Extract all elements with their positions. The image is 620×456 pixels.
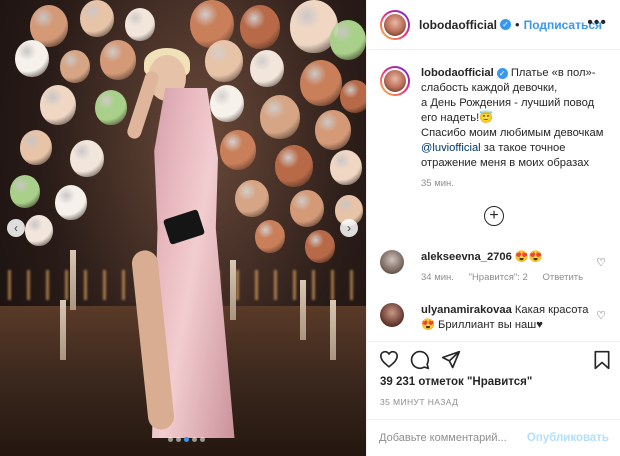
balloon bbox=[210, 85, 244, 123]
post-caption: lobodaofficial ✓ Платье «в пол»- слабость… bbox=[380, 66, 610, 189]
carousel-dot bbox=[168, 437, 173, 442]
balloon bbox=[315, 110, 351, 150]
balloon bbox=[290, 190, 324, 228]
verified-icon: ✓ bbox=[496, 67, 508, 79]
balloon bbox=[40, 85, 76, 125]
comment-like-heart-icon[interactable]: ♡ bbox=[596, 309, 606, 322]
prev-photo-button[interactable]: ‹ bbox=[7, 219, 25, 237]
more-options-icon[interactable]: ••• bbox=[587, 14, 607, 32]
balloon-tassel bbox=[230, 260, 236, 320]
balloon bbox=[240, 5, 280, 49]
balloon bbox=[20, 130, 52, 166]
balloon bbox=[95, 90, 127, 126]
comment-item: alekseevna_2706 😍😍 34 мин. "Нравится": 2… bbox=[380, 250, 610, 283]
next-photo-button[interactable]: › bbox=[340, 219, 358, 237]
comment-like-heart-icon[interactable]: ♡ bbox=[596, 256, 606, 269]
author-username[interactable]: lobodaofficial bbox=[419, 18, 497, 32]
balloon bbox=[305, 230, 335, 263]
balloon-tassel bbox=[70, 250, 76, 310]
balloon bbox=[260, 95, 300, 139]
caption-line: отражение меня в моих образах bbox=[421, 157, 590, 169]
heart-icon[interactable] bbox=[379, 350, 399, 371]
verified-icon: ✓ bbox=[500, 19, 511, 30]
balloon bbox=[10, 175, 40, 208]
comment-likes[interactable]: "Нравится": 2 bbox=[469, 272, 528, 283]
comment-username[interactable]: ulyanamirakovaa bbox=[421, 304, 512, 316]
header-separator: • bbox=[515, 17, 520, 32]
load-more-comments-button[interactable]: + bbox=[484, 206, 504, 226]
caption-username[interactable]: lobodaofficial bbox=[421, 67, 494, 79]
carousel-dots bbox=[168, 437, 205, 442]
caption-mention-link[interactable]: @luviofficial bbox=[421, 142, 481, 154]
balloon bbox=[235, 180, 269, 218]
caption-text: lobodaofficial ✓ Платье «в пол»- слабость… bbox=[421, 66, 610, 171]
balloon bbox=[330, 150, 362, 186]
caption-line: Платье «в пол»- bbox=[507, 67, 596, 79]
author-avatar[interactable] bbox=[380, 9, 410, 40]
balloon bbox=[100, 40, 136, 80]
comment-username[interactable]: alekseevna_2706 bbox=[421, 251, 512, 263]
balloon bbox=[250, 50, 284, 88]
balloon bbox=[275, 145, 313, 187]
caption-line: Спасибо моим любимым девочкам bbox=[421, 127, 604, 139]
balloon bbox=[15, 40, 49, 78]
comment-body: alekseevna_2706 😍😍 bbox=[421, 250, 610, 265]
caption-line: а День Рождения - лучший повод bbox=[421, 97, 595, 109]
balloon bbox=[70, 140, 104, 178]
balloon bbox=[205, 40, 243, 82]
likes-count[interactable]: 39 231 отметок "Нравится" bbox=[380, 376, 532, 388]
balloon bbox=[125, 8, 155, 41]
post-header: lobodaofficial ✓ • Подписаться ••• bbox=[367, 0, 620, 50]
posted-time: 35 МИНУТ НАЗАД bbox=[380, 397, 459, 407]
comment-meta: 34 мин. "Нравится": 2 Ответить bbox=[421, 272, 610, 283]
comment-time: 34 мин. bbox=[421, 272, 454, 283]
comment-item: ulyanamirakovaa Какая красота 😍 Бриллиант… bbox=[380, 303, 610, 333]
comment-reply-button[interactable]: Ответить bbox=[542, 272, 583, 283]
photo-arm-left bbox=[125, 69, 161, 141]
balloon bbox=[60, 50, 90, 83]
caption-line: его надеть!😇 bbox=[421, 112, 494, 124]
caption-line: слабость каждой девочки, bbox=[421, 82, 558, 94]
comment-avatar[interactable] bbox=[380, 303, 404, 327]
share-icon[interactable] bbox=[441, 350, 461, 373]
caption-avatar[interactable] bbox=[380, 66, 410, 96]
balloon-tassel bbox=[300, 280, 306, 340]
add-comment-bar: Опубликовать bbox=[367, 419, 620, 456]
caption-time: 35 мин. bbox=[421, 178, 454, 189]
balloon bbox=[25, 215, 53, 246]
post-photo[interactable]: ‹ › bbox=[0, 0, 366, 456]
caption-line: за такое точное bbox=[480, 142, 566, 154]
carousel-dot-active bbox=[184, 437, 189, 442]
comment-text: Какая красота bbox=[511, 304, 589, 316]
balloon bbox=[330, 20, 366, 60]
balloon-tassel bbox=[330, 300, 336, 360]
balloon bbox=[80, 0, 114, 38]
balloon bbox=[340, 80, 366, 113]
balloon bbox=[220, 130, 256, 170]
comment-avatar[interactable] bbox=[380, 250, 404, 274]
carousel-dot bbox=[192, 437, 197, 442]
comment-input[interactable] bbox=[379, 432, 527, 444]
carousel-dot bbox=[200, 437, 205, 442]
balloon bbox=[300, 60, 342, 107]
comment-body: ulyanamirakovaa Какая красота 😍 Бриллиант… bbox=[421, 303, 610, 333]
carousel-dot bbox=[176, 437, 181, 442]
comment-text: 😍😍 bbox=[511, 251, 543, 263]
post-panel: lobodaofficial ✓ • Подписаться ••• lobod… bbox=[366, 0, 620, 456]
comment-icon[interactable] bbox=[410, 350, 430, 373]
publish-button[interactable]: Опубликовать bbox=[527, 432, 609, 444]
balloon bbox=[255, 220, 285, 253]
balloon-tassel bbox=[60, 300, 66, 360]
comment-text: 😍 Бриллиант вы наш♥ bbox=[421, 319, 543, 331]
balloon bbox=[55, 185, 87, 221]
bookmark-icon[interactable] bbox=[593, 350, 611, 373]
